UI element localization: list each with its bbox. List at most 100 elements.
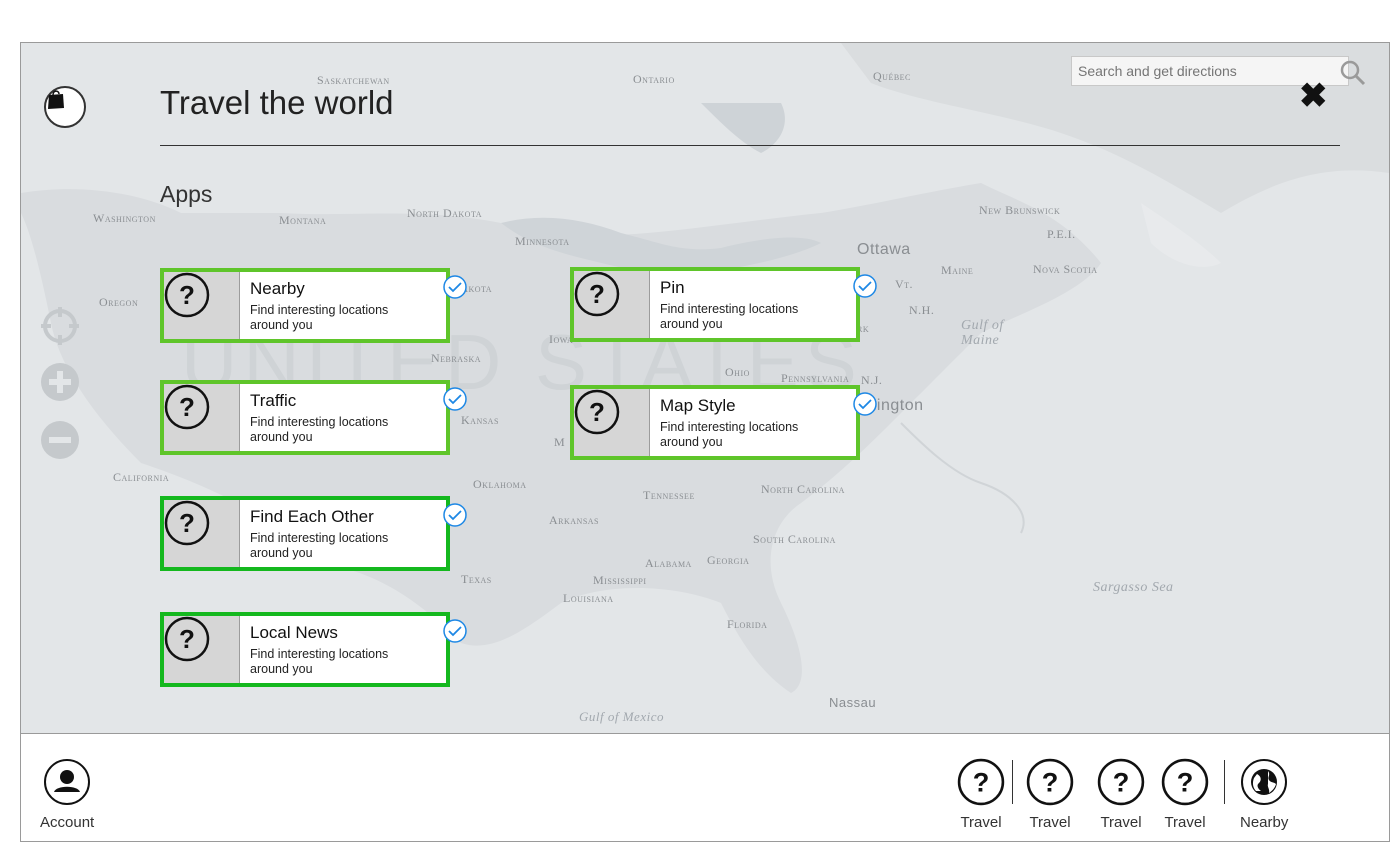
map-label: N.J. bbox=[861, 373, 883, 387]
zoom-out-button[interactable] bbox=[41, 421, 79, 459]
map-label: Washington bbox=[93, 211, 156, 225]
map-label: Texas bbox=[461, 572, 492, 586]
map-label: Ohio bbox=[725, 365, 750, 379]
appbar-separator bbox=[1224, 760, 1225, 804]
map-label: Florida bbox=[727, 617, 768, 631]
map-label: Maine bbox=[941, 263, 974, 277]
minus-circle-icon bbox=[41, 421, 79, 459]
app-tile-description: Find interesting locations around you bbox=[250, 647, 389, 676]
app-tile-title: Nearby bbox=[250, 279, 305, 298]
app-tile-nearby[interactable]: ? Nearby Find interesting locations arou… bbox=[160, 268, 467, 343]
svg-text:?: ? bbox=[589, 397, 605, 427]
map-label: Mississippi bbox=[593, 573, 647, 587]
svg-text:?: ? bbox=[179, 392, 195, 422]
section-title: Apps bbox=[160, 181, 213, 207]
svg-text:?: ? bbox=[179, 508, 195, 538]
map-label: N.H. bbox=[909, 303, 935, 317]
map-label: Georgia bbox=[707, 553, 750, 567]
map-label: Louisiana bbox=[563, 591, 614, 605]
map-label: Oklahoma bbox=[473, 477, 527, 491]
question-icon: ? bbox=[1026, 758, 1074, 806]
app-tile-pin[interactable]: ? Pin Find interesting locations around … bbox=[570, 267, 877, 342]
map-label: Tennessee bbox=[643, 488, 695, 502]
map-label: Nova Scotia bbox=[1033, 262, 1098, 276]
app-tile-description: Find interesting locations around you bbox=[660, 302, 799, 331]
nearby-button[interactable]: Nearby bbox=[1240, 758, 1288, 831]
travel-button[interactable]: ? Travel bbox=[1026, 758, 1074, 831]
nearby-label: Nearby bbox=[1240, 814, 1289, 831]
question-icon: ? bbox=[164, 500, 240, 567]
app-tile-title: Local News bbox=[250, 623, 338, 642]
app-tile-title: Find Each Other bbox=[250, 507, 374, 526]
plus-circle-icon bbox=[41, 363, 79, 401]
svg-text:?: ? bbox=[179, 624, 195, 654]
map-label: Arkansas bbox=[549, 513, 600, 527]
crosshair-icon bbox=[41, 307, 79, 345]
account-icon bbox=[44, 759, 91, 805]
map-label: M bbox=[554, 435, 566, 449]
app-tile-description: Find interesting locations around you bbox=[250, 531, 389, 560]
map-label: Nebraska bbox=[431, 351, 482, 365]
travel-label: Travel bbox=[1100, 814, 1142, 831]
app-tile-description: Find interesting locations around you bbox=[250, 415, 389, 444]
map-label: Québec bbox=[873, 69, 911, 83]
app-tile-title: Pin bbox=[660, 278, 685, 297]
account-button[interactable]: Account bbox=[40, 758, 94, 831]
map-label: Oregon bbox=[99, 295, 139, 309]
question-icon: ? bbox=[574, 271, 650, 338]
app-tile-title: Traffic bbox=[250, 391, 297, 410]
svg-text:?: ? bbox=[973, 766, 990, 797]
travel-label: Travel bbox=[1029, 814, 1071, 831]
map-label: North Dakota bbox=[407, 206, 482, 220]
page-title: Travel the world bbox=[160, 84, 394, 121]
app-tile-title: Map Style bbox=[660, 396, 736, 415]
map-label: North Carolina bbox=[761, 482, 845, 496]
question-icon: ? bbox=[164, 272, 240, 339]
travel-button[interactable]: ? Travel bbox=[957, 758, 1005, 831]
map-label: Sargasso Sea bbox=[1093, 580, 1174, 595]
map-label: South Carolina bbox=[753, 532, 836, 546]
close-button[interactable]: ✖ bbox=[1299, 79, 1328, 113]
map-label: Ontario bbox=[633, 72, 675, 86]
travel-label: Travel bbox=[960, 814, 1002, 831]
app-tile-find-each-other[interactable]: ? Find Each Other Find interesting locat… bbox=[160, 496, 467, 571]
map-label: Montana bbox=[279, 213, 327, 227]
map-label: California bbox=[113, 470, 170, 484]
map-label: Pennsylvania bbox=[781, 371, 850, 385]
question-icon: ? bbox=[1161, 758, 1209, 806]
account-label: Account bbox=[40, 814, 95, 831]
app-tile-description: Find interesting locations around you bbox=[250, 303, 389, 332]
map-label: Nassau bbox=[829, 695, 877, 710]
svg-text:?: ? bbox=[179, 280, 195, 310]
travel-button[interactable]: ? Travel bbox=[1161, 758, 1209, 831]
map-label: Vt. bbox=[895, 277, 914, 291]
header-divider bbox=[160, 145, 1340, 146]
map-label: Gulf of Mexico bbox=[579, 709, 664, 724]
question-icon: ? bbox=[1097, 758, 1145, 806]
map-canvas[interactable]: Saskatchewan Ontario Québec Washington M… bbox=[21, 43, 1389, 733]
travel-button[interactable]: ? Travel bbox=[1097, 758, 1145, 831]
app-tile-local-news[interactable]: ? Local News Find interesting locations … bbox=[160, 612, 467, 687]
search-input[interactable] bbox=[1072, 57, 1314, 85]
app-tile-map-style[interactable]: ? Map Style Find interesting locations a… bbox=[570, 385, 877, 460]
question-icon: ? bbox=[164, 616, 240, 683]
question-icon: ? bbox=[164, 384, 240, 451]
svg-text:?: ? bbox=[589, 279, 605, 309]
store-icon[interactable] bbox=[44, 86, 86, 128]
locate-button[interactable] bbox=[41, 307, 79, 345]
svg-text:?: ? bbox=[1113, 766, 1130, 797]
svg-text:?: ? bbox=[1042, 766, 1059, 797]
zoom-in-button[interactable] bbox=[41, 363, 79, 401]
app-tile-traffic[interactable]: ? Traffic Find interesting locations aro… bbox=[160, 380, 467, 455]
bottom-app-bar: Account ? Travel ? Travel ? Travel ? Tra… bbox=[21, 733, 1389, 841]
map-label: P.E.I. bbox=[1047, 227, 1076, 241]
map-label: Kansas bbox=[461, 413, 499, 427]
app-window: Saskatchewan Ontario Québec Washington M… bbox=[20, 42, 1390, 842]
map-label: Ottawa bbox=[857, 241, 911, 258]
question-icon: ? bbox=[574, 389, 650, 456]
map-label: Alabama bbox=[645, 556, 692, 570]
svg-text:?: ? bbox=[1177, 766, 1194, 797]
map-label: New Brunswick bbox=[979, 203, 1061, 217]
appbar-separator bbox=[1012, 760, 1013, 804]
travel-label: Travel bbox=[1164, 814, 1206, 831]
